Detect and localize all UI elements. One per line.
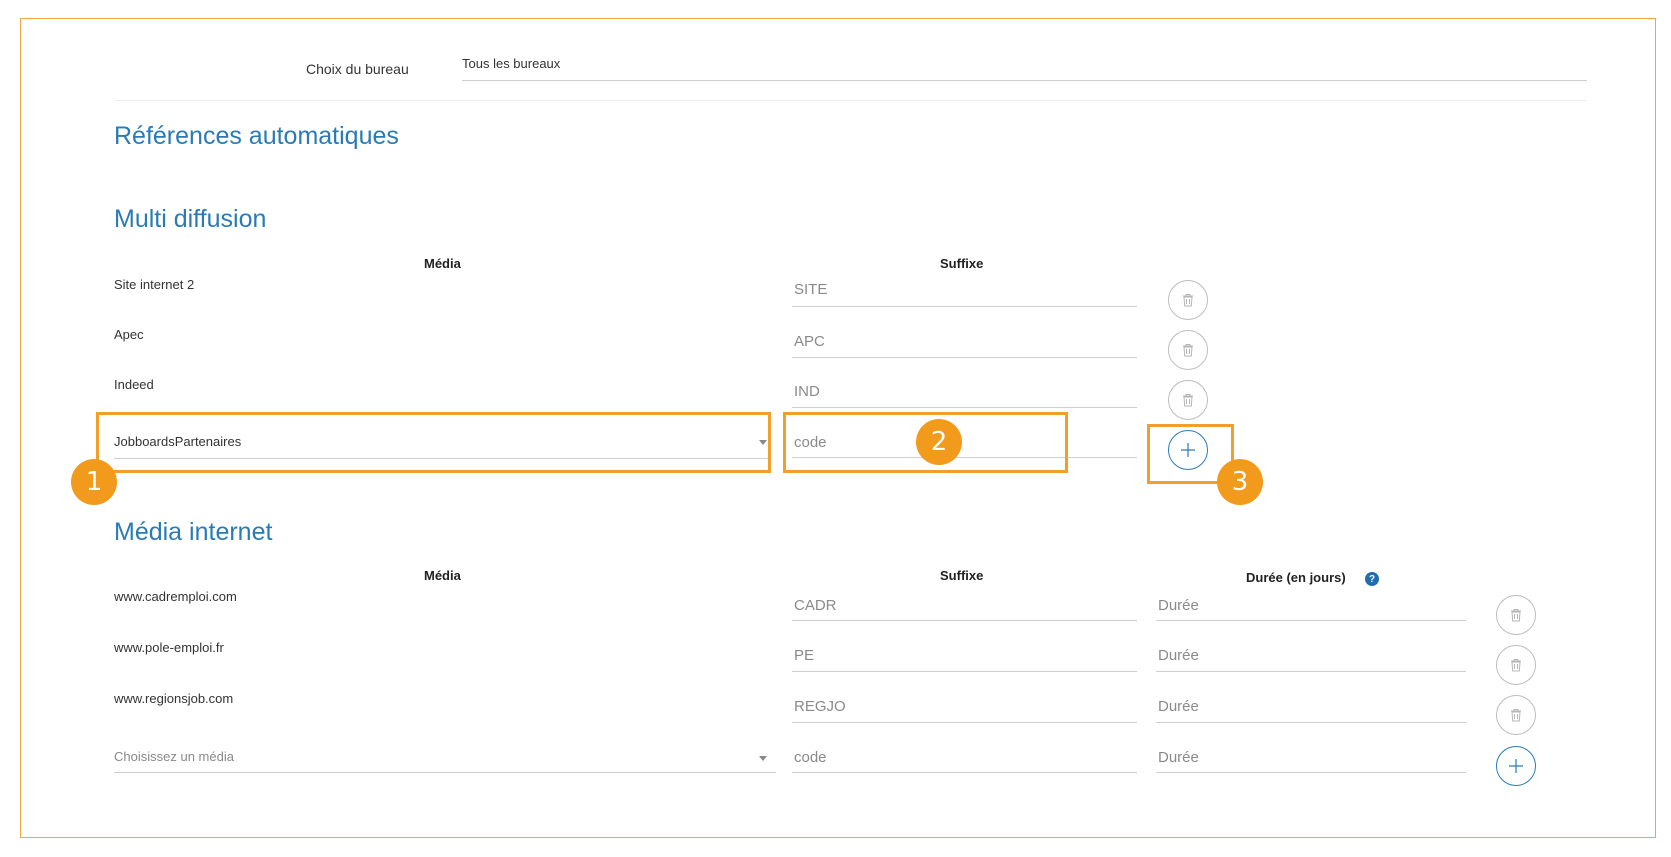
duration-underline: [1156, 671, 1466, 672]
suffix-underline: [792, 306, 1137, 307]
internet-row-duration-input[interactable]: Durée: [1158, 698, 1199, 715]
trash-icon: [1511, 659, 1521, 672]
divider: [114, 100, 1587, 101]
suffix-underline: [792, 772, 1137, 773]
multi-row-suffix-input[interactable]: SITE: [794, 281, 827, 298]
suffix-underline: [792, 357, 1137, 358]
multi-row-media: Apec: [114, 327, 144, 342]
delete-button[interactable]: [1168, 280, 1208, 320]
delete-button[interactable]: [1496, 695, 1536, 735]
suffix-underline: [792, 671, 1137, 672]
internet-row-duration-input[interactable]: Durée: [1158, 647, 1199, 664]
office-label: Choix du bureau: [306, 61, 409, 77]
duration-underline: [1156, 620, 1466, 621]
internet-row-suffix-input[interactable]: REGJO: [794, 698, 846, 715]
suffix-underline: [792, 407, 1137, 408]
internet-new-duration-input[interactable]: Durée: [1158, 749, 1199, 766]
internet-row-media: www.cadremploi.com: [114, 589, 237, 604]
duration-underline: [1156, 772, 1466, 773]
trash-icon: [1511, 609, 1521, 622]
multi-title: Multi diffusion: [114, 205, 267, 233]
office-select-underline: [462, 80, 1587, 81]
internet-col-suffix: Suffixe: [940, 568, 984, 583]
delete-button[interactable]: [1168, 330, 1208, 370]
internet-row-suffix-input[interactable]: PE: [794, 647, 814, 664]
suffix-underline: [792, 722, 1137, 723]
highlight-box-1: [96, 412, 771, 473]
multi-row-media: Site internet 2: [114, 277, 195, 292]
internet-col-media: Média: [424, 568, 461, 583]
plus-icon: [1509, 759, 1523, 773]
internet-row-media: www.regionsjob.com: [114, 691, 234, 706]
internet-col-duration: Durée (en jours): [1246, 570, 1346, 585]
delete-button[interactable]: [1496, 595, 1536, 635]
trash-icon: [1183, 394, 1193, 407]
step-badge-3: 3: [1217, 459, 1263, 505]
internet-new-suffix-input[interactable]: code: [794, 749, 827, 766]
multi-col-media: Média: [424, 256, 461, 271]
trash-icon: [1511, 709, 1521, 722]
duration-underline: [1156, 722, 1466, 723]
internet-row-suffix-input[interactable]: CADR: [794, 597, 837, 614]
delete-button[interactable]: [1496, 645, 1536, 685]
step-badge-2: 2: [916, 419, 962, 465]
media-select-underline: [114, 772, 776, 773]
auto-refs-title: Références automatiques: [114, 122, 399, 150]
internet-row-duration-input[interactable]: Durée: [1158, 597, 1199, 614]
add-internet-button[interactable]: [1496, 746, 1536, 786]
multi-row-suffix-input[interactable]: IND: [794, 383, 820, 400]
step-badge-1: 1: [71, 459, 117, 505]
internet-title: Média internet: [114, 518, 273, 546]
suffix-underline: [792, 620, 1137, 621]
multi-col-suffix: Suffixe: [940, 256, 984, 271]
trash-icon: [1183, 294, 1193, 307]
internet-new-media-select[interactable]: Choisissez un média: [114, 749, 234, 764]
office-select[interactable]: Tous les bureaux: [462, 56, 560, 71]
trash-icon: [1183, 344, 1193, 357]
multi-row-media: Indeed: [114, 377, 154, 392]
internet-row-media: www.pole-emploi.fr: [114, 640, 224, 655]
help-icon[interactable]: ?: [1365, 572, 1379, 586]
chevron-down-icon[interactable]: [759, 756, 767, 761]
delete-button[interactable]: [1168, 380, 1208, 420]
multi-row-suffix-input[interactable]: APC: [794, 333, 825, 350]
